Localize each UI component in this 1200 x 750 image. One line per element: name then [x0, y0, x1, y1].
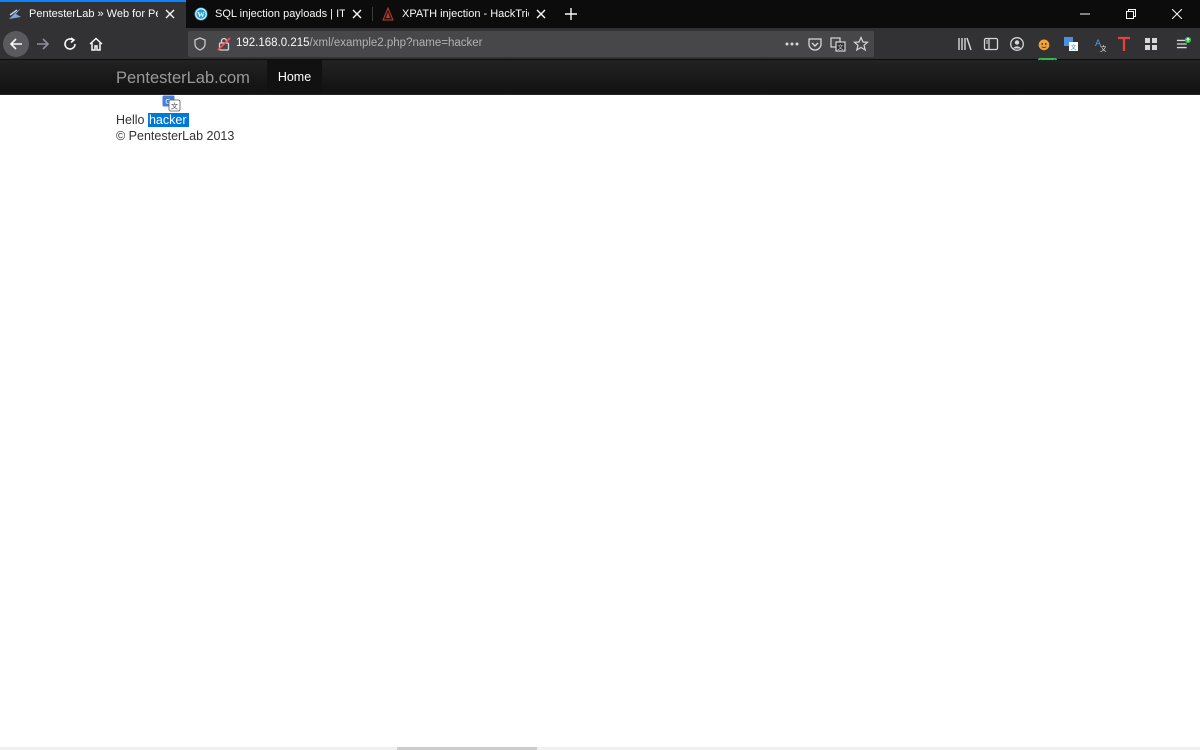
selection-translate-popup-icon[interactable]: G文: [162, 95, 181, 112]
nav-home-link[interactable]: Home: [267, 60, 322, 94]
forward-button[interactable]: [30, 31, 56, 57]
close-tab-icon[interactable]: [162, 6, 178, 22]
close-tab-icon[interactable]: [533, 6, 549, 22]
url-path: /xml/example2.php?name=hacker: [309, 37, 483, 49]
back-arrow-icon: [9, 38, 22, 50]
site-brand-link[interactable]: PentesterLab.com: [116, 69, 250, 88]
translate-page-icon[interactable]: 文: [830, 36, 846, 52]
translate-extension-icon[interactable]: A文: [1090, 36, 1106, 52]
sidebar-toggle-icon[interactable]: [983, 36, 999, 52]
insecure-connection-lock-icon[interactable]: [216, 36, 232, 52]
restore-button[interactable]: [1108, 0, 1154, 28]
tab-sql-injection[interactable]: W SQL injection payloads | IT Secu: [186, 0, 373, 28]
window-controls: [1062, 0, 1200, 28]
reload-button[interactable]: [57, 31, 83, 57]
tab-xpath-injection[interactable]: XPATH injection - HackTricks: [373, 0, 557, 28]
svg-text:文: 文: [1070, 44, 1076, 52]
svg-text:文: 文: [1100, 44, 1106, 52]
svg-text:文: 文: [837, 44, 843, 52]
navigation-toolbar: 192.168.0.215/xml/example2.php?name=hack…: [0, 28, 1200, 67]
hamburger-menu-icon[interactable]: [1176, 36, 1192, 52]
tab-title: SQL injection payloads | IT Secu: [215, 8, 345, 20]
url-text: 192.168.0.215/xml/example2.php?name=hack…: [236, 37, 482, 49]
library-icon[interactable]: [957, 36, 973, 52]
home-button[interactable]: [83, 31, 109, 57]
footer-copyright: © PentesterLab 2013: [116, 129, 235, 143]
forward-arrow-icon: [37, 38, 50, 50]
bookmark-star-icon[interactable]: [853, 36, 869, 52]
new-tab-button[interactable]: [557, 0, 585, 28]
selected-name-text[interactable]: hacker: [147, 113, 189, 127]
tab-title: PentesterLab » Web for Pentest: [29, 8, 158, 20]
local-extension-icon[interactable]: [1036, 36, 1052, 52]
page-actions-menu-icon[interactable]: [784, 36, 800, 52]
plus-icon: [565, 8, 577, 20]
pentesterlab-icon: [8, 7, 22, 21]
pocket-icon[interactable]: [807, 36, 823, 52]
tab-title: XPATH injection - HackTricks: [402, 8, 529, 20]
back-button[interactable]: [3, 31, 29, 57]
close-tab-icon[interactable]: [349, 6, 365, 22]
tab-strip: PentesterLab » Web for Pentest W SQL inj…: [0, 0, 1200, 28]
tracking-protection-shield-icon[interactable]: [192, 36, 208, 52]
t-extension-icon[interactable]: [1116, 36, 1132, 52]
extensions-grid-icon[interactable]: [1143, 36, 1159, 52]
home-icon: [89, 37, 103, 51]
site-navbar: PentesterLab.com Home: [0, 60, 1200, 95]
account-icon[interactable]: [1009, 36, 1025, 52]
minimize-button[interactable]: [1062, 0, 1108, 28]
hacktricks-icon: [381, 7, 395, 21]
translator-extension-icon[interactable]: 文: [1063, 36, 1079, 52]
greeting-line: Hello hacker: [116, 112, 234, 128]
address-bar[interactable]: 192.168.0.215/xml/example2.php?name=hack…: [188, 31, 874, 57]
wordpress-icon: W: [194, 7, 208, 21]
reload-icon: [64, 37, 76, 50]
svg-text:文: 文: [171, 102, 178, 111]
url-host: 192.168.0.215: [236, 37, 310, 49]
page-content: Hello hacker © PentesterLab 2013: [116, 112, 234, 144]
svg-text:W: W: [197, 10, 205, 19]
tab-pentesterlab[interactable]: PentesterLab » Web for Pentest: [0, 0, 186, 28]
close-window-button[interactable]: [1154, 0, 1200, 28]
greeting-text: Hello: [116, 113, 145, 127]
